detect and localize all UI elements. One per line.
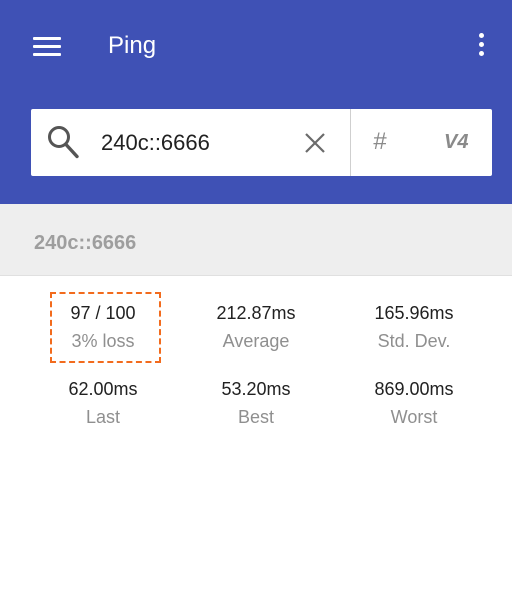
search-divider bbox=[350, 109, 351, 176]
search-icon bbox=[48, 126, 79, 159]
average-value: 212.87ms bbox=[216, 303, 296, 323]
host-label: 240c::6666 bbox=[34, 232, 137, 254]
best-label: Best bbox=[237, 407, 275, 427]
ip-version-button[interactable]: V4 bbox=[444, 130, 468, 154]
last-label: Last bbox=[85, 407, 121, 427]
stat-average: 212.87ms Average bbox=[191, 302, 321, 352]
more-options-icon[interactable] bbox=[478, 33, 486, 59]
app-title: Ping bbox=[108, 32, 157, 59]
count-button[interactable]: # bbox=[373, 127, 386, 157]
worst-label: Worst bbox=[390, 407, 438, 427]
search-box: # V4 bbox=[31, 109, 492, 176]
host-input[interactable] bbox=[101, 127, 301, 159]
app-bar: Ping # V4 bbox=[0, 0, 512, 204]
last-value: 62.00ms bbox=[68, 379, 138, 399]
stat-worst: 869.00ms Worst bbox=[349, 378, 479, 428]
average-label: Average bbox=[222, 331, 290, 351]
stat-best: 53.20ms Best bbox=[191, 378, 321, 428]
stat-std-dev: 165.96ms Std. Dev. bbox=[349, 302, 479, 352]
best-value: 53.20ms bbox=[221, 379, 291, 399]
clear-icon[interactable] bbox=[302, 130, 328, 156]
std-dev-label: Std. Dev. bbox=[377, 331, 451, 351]
received-highlight bbox=[50, 292, 161, 363]
menu-icon[interactable] bbox=[33, 37, 61, 57]
host-header: 240c::6666 bbox=[0, 204, 512, 276]
worst-value: 869.00ms bbox=[374, 379, 454, 399]
std-dev-value: 165.96ms bbox=[374, 303, 454, 323]
stat-last: 62.00ms Last bbox=[38, 378, 168, 428]
